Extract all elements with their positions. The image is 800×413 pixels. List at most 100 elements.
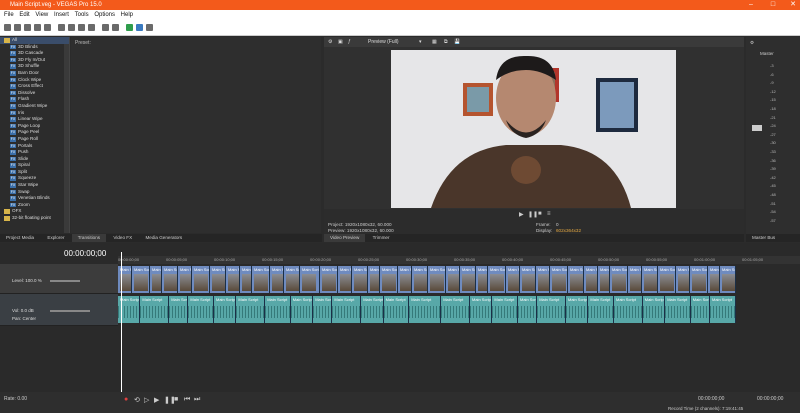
tab-trimmer[interactable]: Trimmer xyxy=(367,234,396,242)
transition-item[interactable]: FX Venetian Blinds xyxy=(0,195,69,202)
master-fader[interactable] xyxy=(752,125,762,131)
audio-event[interactable]: Main Scri xyxy=(690,296,710,323)
properties-icon[interactable] xyxy=(34,24,41,31)
transition-item[interactable]: FX 3D Shuffle xyxy=(0,63,69,70)
tab-transitions[interactable]: Transitions xyxy=(71,234,107,242)
audio-event[interactable]: Main Script xyxy=(537,296,566,323)
transition-item[interactable]: FX 3D Cascade xyxy=(0,50,69,57)
transition-item[interactable]: FX Split xyxy=(0,169,69,176)
video-event[interactable]: Main Scri xyxy=(720,266,736,293)
edit-tool-icon[interactable] xyxy=(136,24,143,31)
tab-video-fx[interactable]: Video FX xyxy=(107,234,138,242)
paste-icon[interactable] xyxy=(78,24,85,31)
video-event[interactable]: Main Scri xyxy=(320,266,338,293)
video-event[interactable]: Main Scri xyxy=(446,266,460,293)
copy-icon[interactable] xyxy=(68,24,75,31)
transition-item[interactable]: FX Cross Effect xyxy=(0,83,69,90)
video-event[interactable]: Main Scri xyxy=(368,266,380,293)
video-event[interactable]: Main Scri xyxy=(658,266,676,293)
video-event[interactable]: Main Scri xyxy=(488,266,506,293)
tab-media-generators[interactable]: Media Generators xyxy=(139,234,188,242)
video-event[interactable]: Main Scri xyxy=(568,266,584,293)
audio-event[interactable]: Main Script xyxy=(642,296,666,323)
video-event[interactable]: Main Scri xyxy=(412,266,428,293)
transition-item[interactable]: FX Zoom xyxy=(0,202,69,209)
tab-video-preview[interactable]: Video Preview xyxy=(324,234,366,242)
video-event[interactable]: Main Scri xyxy=(536,266,550,293)
go-start-icon[interactable]: ⏮ xyxy=(184,396,190,404)
video-event[interactable]: Main Scri xyxy=(506,266,520,293)
video-track-header[interactable]: Level: 100.0 % xyxy=(0,264,118,294)
playhead-cursor[interactable] xyxy=(121,252,122,392)
audio-event[interactable]: Main Script xyxy=(383,296,410,323)
transition-item[interactable]: FX Swap xyxy=(0,189,69,196)
video-event[interactable]: Main Scri xyxy=(178,266,192,293)
snapping-icon[interactable] xyxy=(126,24,133,31)
save-icon[interactable] xyxy=(24,24,31,31)
audio-event[interactable]: Main Script xyxy=(614,296,643,323)
play-icon[interactable]: ▶ xyxy=(519,211,524,218)
transition-item[interactable]: FX Gradient Wipe xyxy=(0,103,69,110)
play-icon[interactable]: ▶ xyxy=(154,396,159,404)
menu-insert[interactable]: Insert xyxy=(54,12,69,18)
master-settings-icon[interactable]: ⚙ xyxy=(750,40,754,46)
menu-file[interactable]: File xyxy=(4,12,14,18)
transition-item[interactable]: FX Portals xyxy=(0,143,69,150)
save-snapshot-icon[interactable]: 💾 xyxy=(454,37,460,47)
preview-quality-dropdown[interactable]: Preview (Full) xyxy=(368,37,399,47)
transition-item[interactable]: FX Flash xyxy=(0,96,69,103)
pause-icon[interactable]: ❚❚ xyxy=(528,211,538,218)
audio-event[interactable]: Main Script xyxy=(140,296,170,323)
stop-icon[interactable]: ■ xyxy=(174,396,178,403)
menu-edit[interactable]: Edit xyxy=(19,12,29,18)
cut-icon[interactable] xyxy=(58,24,65,31)
video-event[interactable]: Main Scri xyxy=(162,266,178,293)
video-event[interactable]: Main Scri xyxy=(226,266,240,293)
video-event[interactable]: Main Scri xyxy=(150,266,162,293)
transition-item[interactable]: FX Squeeze xyxy=(0,175,69,182)
new-icon[interactable] xyxy=(4,24,11,31)
transition-item[interactable]: FX Clock Wipe xyxy=(0,77,69,84)
video-event[interactable]: Main Scri xyxy=(598,266,610,293)
audio-event[interactable]: Main Script xyxy=(214,296,237,323)
video-event[interactable]: Main Scri xyxy=(398,266,412,293)
audio-event[interactable]: Main Script xyxy=(441,296,470,323)
minimize-icon[interactable]: – xyxy=(744,0,758,10)
stop-icon[interactable]: ■ xyxy=(538,211,542,217)
go-end-icon[interactable]: ⏭ xyxy=(194,396,200,404)
transition-item[interactable]: FX Dissolve xyxy=(0,90,69,97)
transition-item[interactable]: FX Page Loop xyxy=(0,123,69,130)
transition-item[interactable]: FX Spiral xyxy=(0,162,69,169)
video-event[interactable]: Main Scri xyxy=(610,266,628,293)
tab-master-bus[interactable]: Master Bus xyxy=(746,234,781,242)
transition-item[interactable]: FX Page Roll xyxy=(0,136,69,143)
envelope-tool-icon[interactable] xyxy=(146,24,153,31)
transition-item[interactable]: FX 3D Fly In/Out xyxy=(0,57,69,64)
transition-item[interactable]: FX Slide xyxy=(0,156,69,163)
video-event[interactable]: Main Scri xyxy=(520,266,536,293)
audio-event[interactable]: Main Script xyxy=(332,296,362,323)
menu-tools[interactable]: Tools xyxy=(75,12,89,18)
video-event[interactable]: Main Scri xyxy=(338,266,352,293)
tree-root-all[interactable]: All xyxy=(0,37,69,44)
audio-event[interactable]: Main Scri xyxy=(169,296,189,323)
tree-folder-32bit[interactable]: 32-bit floating point xyxy=(0,215,69,222)
audio-event[interactable]: Main Script xyxy=(409,296,442,323)
audio-event[interactable]: Main Script xyxy=(236,296,266,323)
tab-project-media[interactable]: Project Media xyxy=(0,234,40,242)
audio-event[interactable]: Main Script xyxy=(566,296,589,323)
video-event[interactable]: Main Scri xyxy=(210,266,226,293)
video-event[interactable]: Main Scri xyxy=(284,266,300,293)
video-event[interactable]: Main Scri xyxy=(476,266,488,293)
audio-event[interactable]: Main Script xyxy=(265,296,291,323)
transition-item[interactable]: FX 3D Blinds xyxy=(0,44,69,51)
level-slider[interactable] xyxy=(50,280,80,282)
volume-slider[interactable] xyxy=(50,310,90,312)
menu-options[interactable]: Options xyxy=(94,12,115,18)
audio-event[interactable]: Main Script xyxy=(188,296,214,323)
play-from-start-icon[interactable]: ▷ xyxy=(144,396,149,404)
undo-icon[interactable] xyxy=(102,24,109,31)
close-icon[interactable]: ✕ xyxy=(786,0,800,10)
audio-event[interactable]: Main Script xyxy=(665,296,691,323)
menu-icon[interactable]: ≡ xyxy=(547,211,551,217)
